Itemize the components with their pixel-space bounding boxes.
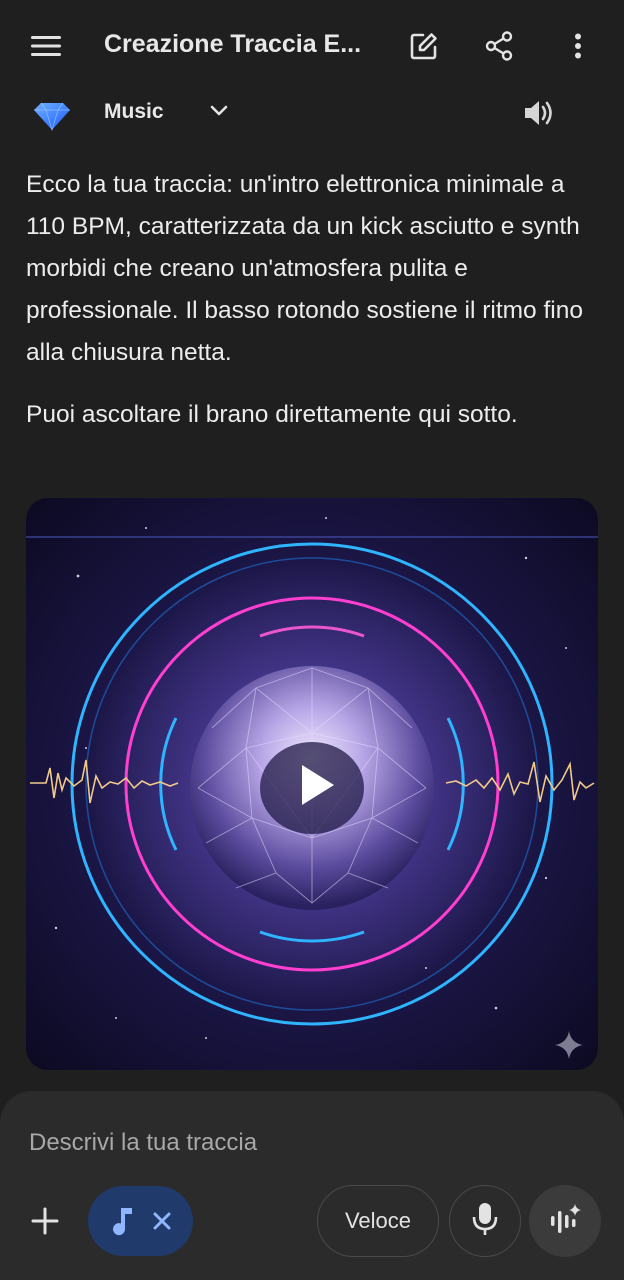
speed-mode-label: Veloce — [344, 1208, 412, 1233]
conversation-title: Creazione Traccia E... — [104, 30, 362, 58]
edit-icon[interactable] — [400, 22, 448, 70]
prompt-composer: Descrivi la tua traccia Veloce — [0, 1091, 624, 1280]
response-paragraph: Puoi ascoltare il brano direttamente qui… — [26, 401, 518, 428]
speaker-icon[interactable] — [522, 98, 556, 133]
model-name[interactable]: Music — [104, 100, 164, 124]
speed-mode-button[interactable]: Veloce — [317, 1185, 439, 1257]
play-icon[interactable] — [284, 748, 344, 818]
mic-button[interactable] — [449, 1185, 521, 1257]
more-vert-icon[interactable] — [554, 22, 602, 70]
live-button[interactable] — [529, 1185, 601, 1257]
music-note-icon — [112, 1206, 134, 1241]
mic-icon — [472, 1202, 498, 1241]
model-selector-bar: Music — [0, 92, 624, 136]
sparkle-icon — [554, 1030, 584, 1065]
music-tool-chip[interactable] — [88, 1186, 193, 1256]
close-icon[interactable] — [152, 1211, 172, 1236]
response-paragraph: Ecco la tua traccia: un'intro elettronic… — [26, 171, 583, 366]
hamburger-menu-icon[interactable] — [22, 22, 70, 70]
top-app-bar: Creazione Traccia E... — [0, 0, 624, 92]
plus-icon[interactable] — [21, 1197, 69, 1245]
gemini-diamond-icon — [32, 100, 72, 137]
live-sparkle-icon — [548, 1202, 582, 1241]
share-icon[interactable] — [475, 22, 523, 70]
response-text: Ecco la tua traccia: un'intro elettronic… — [26, 164, 606, 436]
generated-track-artwork[interactable] — [26, 498, 598, 1070]
prompt-input[interactable]: Descrivi la tua traccia — [29, 1129, 257, 1157]
chevron-down-icon[interactable] — [208, 100, 230, 127]
